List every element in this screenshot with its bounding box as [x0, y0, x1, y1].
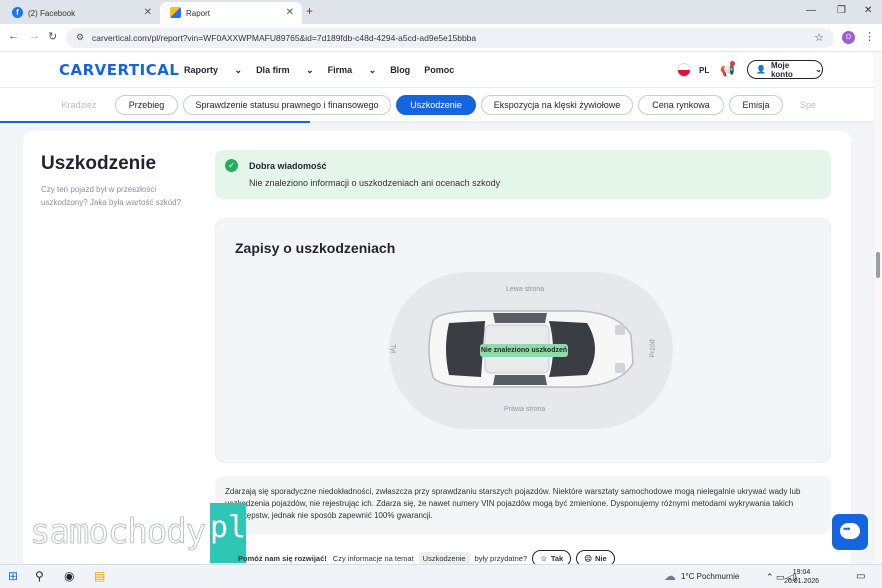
nav-raporty[interactable]: Raporty ⌄ [184, 65, 242, 76]
feedback-question-1: Czy informacje na temat [332, 553, 414, 563]
bookmark-star-icon[interactable]: ☆ [814, 31, 824, 44]
watermark-suffix: pl [210, 510, 247, 545]
search-icon[interactable]: ⚲ [35, 569, 44, 583]
chat-button[interactable] [832, 514, 868, 550]
no-label: Nie [595, 553, 607, 563]
address-bar: ← → ↻ ⚙ carvertical.com/pl/report?vin=WF… [0, 24, 882, 52]
poland-flag-icon [677, 63, 691, 77]
smile-icon: ☺ [540, 553, 548, 563]
tab-raport[interactable]: Raport ✕ [160, 2, 302, 24]
scroll-progress-bar [0, 121, 310, 123]
clock-time: 19:04 [792, 569, 811, 576]
facebook-icon: f [12, 7, 23, 18]
tab-cena-rynkowa[interactable]: Cena rynkowa [638, 95, 724, 115]
check-icon: ✓ [225, 159, 238, 172]
damage-records-panel: Zapisy o uszkodzeniach Lewa strona Prawa… [215, 218, 831, 463]
url-field[interactable]: ⚙ carvertical.com/pl/report?vin=WF0AXXWP… [66, 28, 834, 48]
nav-label: Firma [327, 65, 353, 75]
file-explorer-icon[interactable]: ▤ [94, 569, 105, 583]
nav-dla-firm[interactable]: Dla firm ⌄ [256, 65, 314, 76]
new-tab-icon[interactable]: + [306, 4, 313, 18]
yes-label: Tak [550, 553, 564, 563]
close-icon[interactable]: ✕ [286, 7, 294, 18]
tab-uszkodzenie[interactable]: Uszkodzenie [396, 95, 476, 115]
account-label: Moje konto [770, 60, 793, 79]
right-side-label: Prawa strona [504, 406, 546, 413]
tab-przebieg[interactable]: Przebieg [115, 95, 178, 115]
nav-label: Dla firm [256, 65, 290, 75]
language-switch[interactable]: PL [677, 63, 709, 77]
menu-kebab-icon[interactable]: ⋮ [864, 30, 875, 43]
watermark-text: samochody [29, 512, 206, 553]
tab-facebook[interactable]: f (2) Facebook ✕ [2, 2, 160, 24]
notification-dot [730, 61, 735, 66]
windows-taskbar: ⊞ ⚲ ◉ ▤ ☁ 1°C Pochmurnie ⌃ ▭ ◁) 19:04 26… [0, 564, 882, 588]
section-title: Uszkodzenie [41, 153, 157, 174]
weather-text[interactable]: 1°C Pochmurnie [681, 572, 739, 581]
windows-start-icon[interactable]: ⊞ [8, 569, 18, 583]
tab-more[interactable]: Spe [788, 95, 828, 115]
no-damage-badge: Nie znaleziono uszkodzeń [480, 344, 568, 357]
tab-emisja[interactable]: Emisja [729, 95, 783, 115]
nav-firma[interactable]: Firma ⌄ [328, 65, 377, 76]
tab-label: Raport [186, 8, 211, 18]
nav-pomoc[interactable]: Pomoc [424, 65, 454, 76]
page-scrollbar[interactable] [874, 52, 882, 564]
restore-icon[interactable]: ❐ [837, 5, 846, 16]
profile-avatar[interactable]: D [842, 31, 855, 44]
damage-card: Uszkodzenie Czy ten pojazd był w przeszł… [23, 131, 851, 571]
site-info-icon[interactable]: ⚙ [76, 32, 84, 43]
nav-blog[interactable]: Blog [390, 65, 410, 76]
feedback-keyword: Uszkodzenie [418, 551, 470, 565]
front-label: Przód [649, 339, 657, 358]
language-label: PL [699, 65, 710, 75]
weather-cloud-icon: ☁ [664, 569, 676, 583]
chat-bubble-icon [840, 523, 860, 539]
scrollbar-thumb[interactable] [876, 252, 880, 278]
carvertical-logo[interactable]: CARVERTICAL [59, 61, 179, 79]
minimize-icon[interactable]: — [806, 5, 816, 16]
site-header: CARVERTICAL Raporty ⌄ Dla firm ⌄ Firma ⌄… [0, 52, 882, 88]
records-title: Zapisy o uszkodzeniach [235, 240, 396, 256]
main-nav: Raporty ⌄ Dla firm ⌄ Firma ⌄ Blog Pomoc [184, 65, 468, 76]
frown-icon: ☹ [584, 553, 593, 563]
good-news-text: Nie znaleziono informacji o uszkodzeniac… [249, 178, 501, 188]
section-subtitle: Czy ten pojazd był w przeszłości uszkodz… [41, 185, 182, 207]
chrome-icon[interactable]: ◉ [64, 569, 74, 583]
reload-icon[interactable]: ↻ [48, 30, 57, 43]
notifications-icon[interactable]: ▭ [856, 571, 865, 582]
tab-status-prawny[interactable]: Sprawdzenie statusu prawnego i finansowe… [183, 95, 391, 115]
account-button[interactable]: 👤 Moje konto ⌄ [747, 60, 823, 79]
feedback-question-2: były przydatne? [474, 553, 528, 563]
chevron-down-icon: ⌄ [815, 65, 822, 74]
feedback-lead: Pomóż nam się rozwijać! [238, 553, 327, 563]
good-news-alert: ✓ Dobra wiadomość Nie znaleziono informa… [215, 150, 831, 199]
clock[interactable]: 19:04 26.01.2026 [784, 568, 819, 586]
browser-tab-strip: f (2) Facebook ✕ Raport ✕ + — ❐ ✕ [0, 0, 882, 24]
good-news-title: Dobra wiadomość [249, 161, 327, 171]
rear-label: Tył [388, 344, 396, 353]
url-text[interactable]: carvertical.com/pl/report?vin=WF0AXXWPMA… [92, 33, 476, 43]
carvertical-favicon-icon [170, 7, 181, 18]
window-close-icon[interactable]: ✕ [864, 5, 872, 16]
forward-icon[interactable]: → [29, 30, 40, 42]
nav-label: Raporty [184, 65, 219, 75]
section-tabs: Kradzież Przebieg Sprawdzenie statusu pr… [0, 88, 882, 122]
left-side-label: Lewa strona [506, 286, 545, 293]
tab-kradziez[interactable]: Kradzież [52, 95, 106, 115]
clock-date: 26.01.2026 [784, 578, 820, 585]
tab-kleski[interactable]: Ekspozycja na klęski żywiołowe [481, 95, 633, 115]
megaphone-icon[interactable]: 📢 [720, 61, 735, 77]
user-icon: 👤 [756, 65, 766, 74]
disclaimer-text: Zdarzają się sporadyczne niedokładności,… [215, 476, 831, 534]
back-icon[interactable]: ← [8, 30, 19, 42]
tab-label: (2) Facebook [28, 8, 76, 18]
close-icon[interactable]: ✕ [144, 7, 152, 18]
